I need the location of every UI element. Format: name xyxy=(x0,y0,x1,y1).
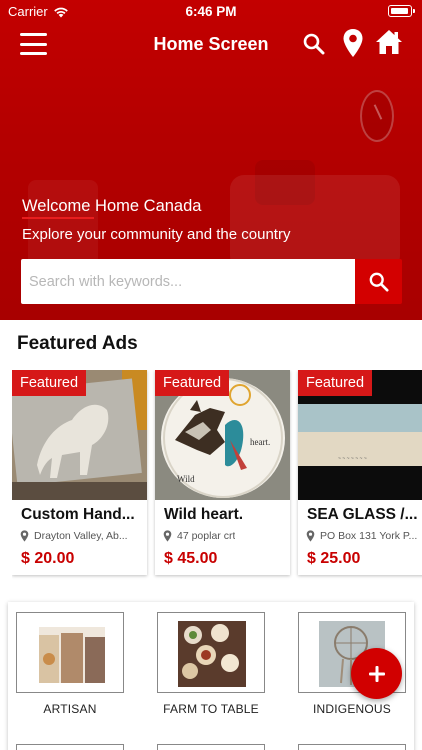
ad-price: $ 45.00 xyxy=(164,550,218,567)
category-card-partial[interactable] xyxy=(298,744,406,750)
nav-bar: Home Screen xyxy=(0,24,422,66)
ad-title: Custom Hand... xyxy=(21,506,135,523)
ad-location-text: 47 poplar crt xyxy=(177,530,236,542)
battery-icon xyxy=(388,5,415,17)
ad-location: 47 poplar crt xyxy=(163,530,287,542)
ad-card[interactable]: Featured Custom Hand... Drayton Valley, … xyxy=(12,370,147,575)
featured-ads-list: Featured Custom Hand... Drayton Valley, … xyxy=(12,370,422,580)
ad-title: Wild heart. xyxy=(164,506,244,523)
svg-text:~ ~ ~ ~ ~ ~ ~: ~ ~ ~ ~ ~ ~ ~ xyxy=(338,456,367,462)
ad-price: $ 25.00 xyxy=(307,550,361,567)
hero-sofa xyxy=(230,175,400,270)
featured-badge: Featured xyxy=(12,370,87,396)
featured-heading: Featured Ads xyxy=(17,333,138,354)
svg-text:Wild: Wild xyxy=(177,474,195,484)
hero-clock xyxy=(360,90,394,142)
search-icon[interactable] xyxy=(303,33,325,55)
location-pin-icon xyxy=(20,530,29,542)
ad-card[interactable]: Wild heart. Featured Wild heart. 47 popl… xyxy=(155,370,290,575)
hero-chair xyxy=(28,180,98,270)
featured-badge: Featured xyxy=(155,370,230,396)
ad-price: $ 20.00 xyxy=(21,550,75,567)
ad-location-text: PO Box 131 York P... xyxy=(320,530,418,542)
ad-image: ~ ~ ~ ~ ~ ~ ~ Featured xyxy=(298,370,422,500)
location-pin-icon[interactable] xyxy=(342,28,364,58)
category-label: INDIGENOUS xyxy=(312,702,391,716)
ad-location: Drayton Valley, Ab... xyxy=(20,530,144,542)
search-icon xyxy=(369,272,389,292)
category-card-partial[interactable] xyxy=(16,744,124,750)
ad-card[interactable]: ~ ~ ~ ~ ~ ~ ~ Featured SEA GLASS /... PO… xyxy=(298,370,422,575)
heading-underline xyxy=(22,217,94,219)
search-input[interactable] xyxy=(21,259,356,304)
status-bar: Carrier 6:46 PM xyxy=(0,0,422,24)
category-image xyxy=(16,612,124,693)
category-farm-to-table[interactable]: FARM TO TABLE xyxy=(157,612,265,716)
category-artisan[interactable]: ARTISAN xyxy=(16,612,124,716)
category-label: ARTISAN xyxy=(43,702,97,716)
home-icon[interactable] xyxy=(375,29,403,55)
ad-location-text: Drayton Valley, Ab... xyxy=(34,530,128,542)
ad-title: SEA GLASS /... xyxy=(307,506,418,523)
location-pin-icon xyxy=(306,530,315,542)
location-pin-icon xyxy=(163,530,172,542)
featured-badge: Featured xyxy=(298,370,373,396)
ad-image: Featured xyxy=(12,370,147,500)
category-image xyxy=(157,612,265,693)
svg-text:heart.: heart. xyxy=(250,437,270,447)
ad-image: Wild heart. Featured xyxy=(155,370,290,500)
status-time: 6:46 PM xyxy=(185,4,237,19)
category-card-partial[interactable] xyxy=(157,744,265,750)
add-icon xyxy=(368,665,385,682)
welcome-heading: Welcome Home Canada xyxy=(22,197,202,215)
ad-location: PO Box 131 York P... xyxy=(306,530,422,542)
category-label: FARM TO TABLE xyxy=(163,702,259,716)
add-ad-button[interactable] xyxy=(351,648,402,699)
welcome-subtitle: Explore your community and the country xyxy=(22,226,291,243)
search-button[interactable] xyxy=(355,259,402,304)
